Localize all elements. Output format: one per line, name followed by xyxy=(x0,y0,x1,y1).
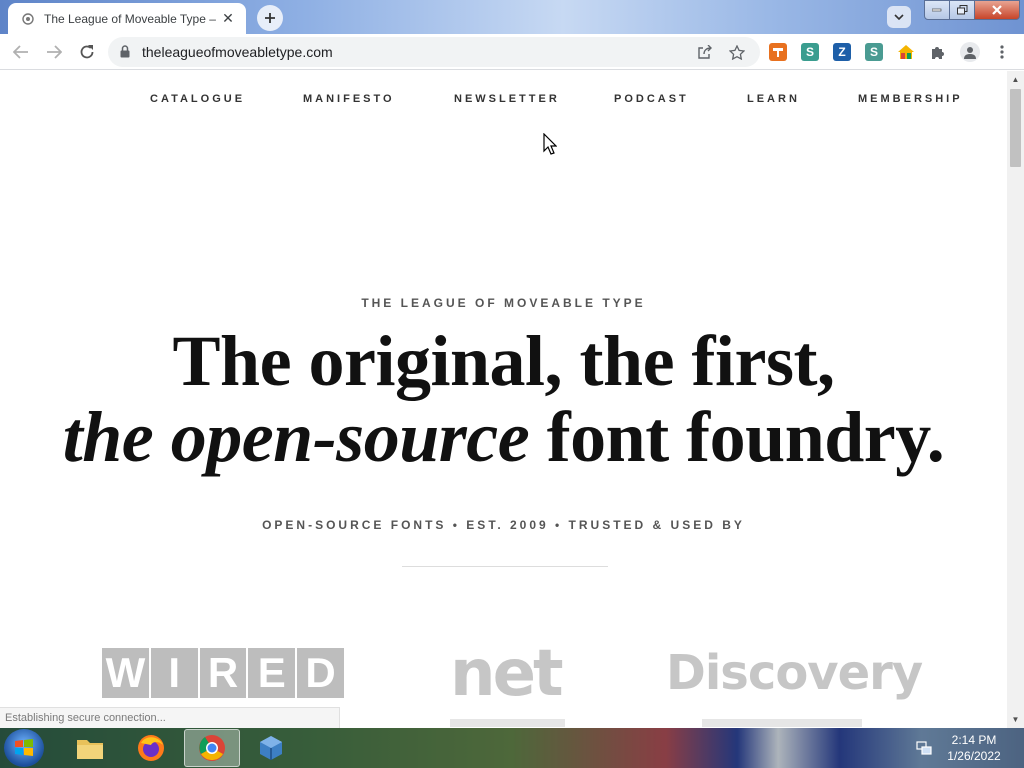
firefox-icon xyxy=(138,735,164,761)
logo-caption xyxy=(450,719,565,727)
vertical-scrollbar[interactable]: ▲ ▼ xyxy=(1007,71,1024,728)
wired-letter: I xyxy=(150,648,198,698)
taskbar-firefox[interactable] xyxy=(123,729,179,767)
browser-toolbar: theleagueofmoveabletype.com S Z S xyxy=(0,34,1024,70)
tab-title: The League of Moveable Type – xyxy=(44,11,216,26)
taskbar: 2:14 PM 1/26/2022 xyxy=(0,728,1024,768)
folder-icon xyxy=(77,740,103,759)
extension-s-teal-icon[interactable]: S xyxy=(865,43,883,61)
minimize-button[interactable] xyxy=(924,0,950,20)
divider xyxy=(402,566,608,567)
nav-link-catalogue[interactable]: CATALOGUE xyxy=(150,93,245,105)
plus-icon xyxy=(265,13,275,23)
minimize-icon xyxy=(932,8,942,12)
nav-link-newsletter[interactable]: NEWSLETTER xyxy=(454,93,560,105)
wired-logo: W I R E D xyxy=(102,648,346,698)
network-icon[interactable] xyxy=(916,740,932,761)
extension-orange-icon[interactable] xyxy=(769,43,787,61)
clock-time: 2:14 PM xyxy=(951,733,997,747)
site-nav: CATALOGUE MANIFESTO NEWSLETTER PODCAST L… xyxy=(0,93,1007,107)
hero-headline: The original, the first, the open-source… xyxy=(0,323,1007,475)
windows-logo-icon xyxy=(15,739,33,756)
site-eyebrow: THE LEAGUE OF MOVEABLE TYPE xyxy=(361,296,646,310)
taskbar-virtualbox[interactable] xyxy=(243,729,299,767)
lock-icon xyxy=(120,45,130,63)
wired-letter: D xyxy=(297,648,344,698)
browser-tab[interactable]: The League of Moveable Type – ✕ xyxy=(8,3,246,34)
chrome-icon xyxy=(199,735,225,761)
headline-italic: the open-source xyxy=(62,397,530,477)
tab-strip: The League of Moveable Type – ✕ xyxy=(0,0,1024,34)
url-text: theleagueofmoveabletype.com xyxy=(142,44,333,60)
net-logo: net xyxy=(450,637,564,711)
nav-link-membership[interactable]: MEMBERSHIP xyxy=(858,93,963,105)
nav-link-learn[interactable]: LEARN xyxy=(747,93,800,105)
arrow-left-icon xyxy=(13,45,28,59)
wired-letter: W xyxy=(102,648,149,698)
restore-button[interactable] xyxy=(949,0,975,20)
taskbar-explorer[interactable] xyxy=(62,729,118,767)
extension-s-green-icon[interactable]: S xyxy=(801,43,819,61)
virtualbox-icon xyxy=(260,736,282,760)
chevron-down-icon xyxy=(894,14,904,20)
scrollbar-thumb[interactable] xyxy=(1010,89,1021,167)
close-tab-icon[interactable]: ✕ xyxy=(218,9,238,29)
logo-caption xyxy=(702,719,862,727)
reload-button[interactable] xyxy=(75,40,99,64)
close-window-button[interactable] xyxy=(974,0,1020,20)
status-bubble: Establishing secure connection... xyxy=(0,707,340,728)
wired-letter: R xyxy=(199,648,247,698)
page-viewport: CATALOGUE MANIFESTO NEWSLETTER PODCAST L… xyxy=(0,71,1007,728)
discovery-logo: Discovery xyxy=(666,645,923,701)
nav-link-podcast[interactable]: PODCAST xyxy=(614,93,689,105)
kebab-menu-icon[interactable] xyxy=(993,43,1011,61)
nav-link-manifesto[interactable]: MANIFESTO xyxy=(303,93,395,105)
hero-subline: OPEN-SOURCE FONTS • EST. 2009 • TRUSTED … xyxy=(262,518,745,532)
taskbar-chrome[interactable] xyxy=(184,729,240,767)
new-tab-button[interactable] xyxy=(257,5,283,31)
address-bar[interactable]: theleagueofmoveabletype.com xyxy=(108,37,760,67)
headline-line-1: The original, the first, xyxy=(172,321,835,401)
extension-house-icon[interactable] xyxy=(897,43,915,61)
close-icon xyxy=(992,5,1002,15)
arrow-right-icon xyxy=(47,45,62,59)
wired-letter: E xyxy=(248,648,296,698)
share-icon[interactable] xyxy=(694,42,714,62)
headline-line-2: font foundry. xyxy=(529,397,945,477)
start-button[interactable] xyxy=(4,729,44,767)
scroll-down-icon[interactable]: ▼ xyxy=(1007,711,1024,728)
profile-avatar-icon[interactable] xyxy=(960,42,980,62)
back-button[interactable] xyxy=(9,40,33,64)
favicon-icon xyxy=(20,11,36,27)
reload-icon xyxy=(80,45,94,59)
restore-icon xyxy=(956,5,967,15)
tab-search-button[interactable] xyxy=(887,6,911,28)
clock-date: 1/26/2022 xyxy=(947,749,1001,763)
taskbar-clock[interactable]: 2:14 PM 1/26/2022 xyxy=(936,732,1012,764)
forward-button[interactable] xyxy=(42,40,66,64)
mouse-cursor-icon xyxy=(543,132,558,160)
extension-z-blue-icon[interactable]: Z xyxy=(833,43,851,61)
bookmark-star-icon[interactable] xyxy=(727,42,747,62)
scroll-up-icon[interactable]: ▲ xyxy=(1007,71,1024,88)
puzzle-icon[interactable] xyxy=(929,43,947,61)
